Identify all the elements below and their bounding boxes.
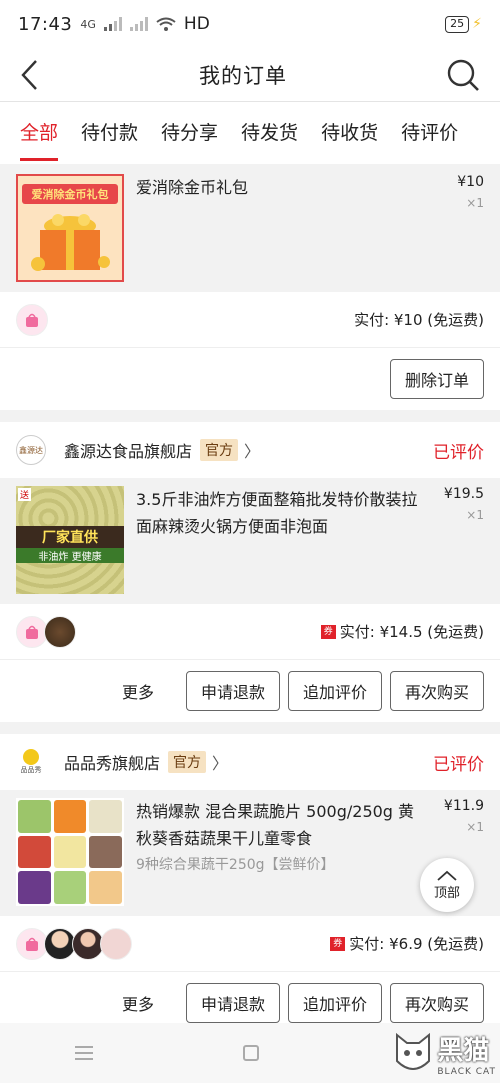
tab-pending-share[interactable]: 待分享 [161,102,218,164]
buy-again-button[interactable]: 再次购买 [390,671,484,711]
black-cat-logo-icon [396,1032,431,1070]
buy-again-button[interactable]: 再次购买 [390,983,484,1023]
product-title: 热销爆款 混合果蔬脆片 500g/250g 黄秋葵香菇蔬果干儿童零食 [136,802,415,848]
coupon-badge: 券 [330,936,346,951]
payment-amount: 实付: ¥6.9 (免运费) [349,935,484,953]
request-refund-button[interactable]: 申请退款 [186,983,280,1023]
shop-logo-text: 鑫源达 [19,445,43,455]
signal-icon-2 [129,17,148,31]
coupon-badge: 券 [320,624,336,639]
nav-bar: 我的订单 [0,48,500,102]
status-bar: 17:43 4G HD 25 ⚡ [0,0,500,48]
product-spec: 9种综合果蔬干250g【尝鲜价】 [136,857,335,873]
status-time: 17:43 [18,13,73,35]
tab-all[interactable]: 全部 [20,102,59,164]
shop-logo-text: 品品秀 [20,766,42,774]
add-review-button[interactable]: 追加评价 [288,671,382,711]
shop-row[interactable]: 鑫源达 鑫源达食品旗舰店 官方 〉 已评价 [0,422,500,478]
smiley-icon [23,749,39,765]
tab-pending-review[interactable]: 待评价 [401,102,458,164]
thumbnail-tag-main: 厂家直供 [16,526,124,548]
shop-name: 品品秀旗舰店 [64,754,161,773]
delete-order-button[interactable]: 删除订单 [390,359,484,399]
watermark: 黑猫 BLACK CAT [393,1030,496,1077]
chevron-up-icon [437,870,457,881]
order-status: 已评价 [433,754,484,775]
back-arrow-icon[interactable] [20,59,40,91]
action-row: 删除订单 [0,348,500,410]
product-thumbnail: 爱消除金币礼包 [16,174,124,282]
shop-row[interactable]: 品品秀 品品秀旗舰店 官方 〉 已评价 [0,734,500,790]
product-thumbnail: 送 厂家直供 非油炸 更健康 [16,486,124,594]
payment-row: 实付: ¥10 (免运费) [0,292,500,348]
order-tabs: 全部 待付款 待分享 待发货 待收货 待评价 [0,102,500,164]
menu-icon[interactable] [74,1045,94,1061]
back-to-top-label: 顶部 [433,885,460,901]
product-price: ¥10 [457,174,484,190]
order-card: 鑫源达 鑫源达食品旗舰店 官方 〉 已评价 送 厂家直供 非油炸 更健康 3.5… [0,422,500,722]
product-thumbnail [16,798,124,906]
thumbnail-corner-tag: 送 [18,488,32,501]
payment-amount: 实付: ¥14.5 (免运费) [339,623,484,641]
participant-avatar [100,927,132,960]
order-status: 已评价 [433,442,484,463]
product-price: ¥19.5 [443,486,484,502]
wifi-icon [156,17,176,31]
official-badge: 官方 [168,751,207,773]
participant-avatar [16,303,48,336]
tab-pending-shipment[interactable]: 待发货 [241,102,298,164]
shop-logo: 鑫源达 [16,435,46,465]
watermark-subtext: BLACK CAT [437,1067,496,1077]
payment-row: 券 实付: ¥14.5 (免运费) [0,604,500,660]
order-card: 爱消除金币礼包 爱消除金币礼包 ¥10 ×1 实付: ¥10 (免运费) 删除订… [0,166,500,410]
battery-indicator: 25 ⚡ [445,15,482,33]
payment-row: 券 实付: ¥6.9 (免运费) [0,916,500,972]
product-quantity: ×1 [466,820,484,834]
back-to-top-button[interactable]: 顶部 [420,858,474,912]
product-row[interactable]: 送 厂家直供 非油炸 更健康 3.5斤非油炸方便面整箱批发特价散装拉面麻辣烫火锅… [0,478,500,604]
shop-name: 鑫源达食品旗舰店 [64,442,193,461]
product-price: ¥11.9 [443,798,484,814]
product-quantity: ×1 [466,508,484,522]
search-icon[interactable] [446,58,480,92]
thumbnail-label: 爱消除金币礼包 [22,184,118,204]
action-row: 更多 申请退款 追加评价 再次购买 [0,660,500,722]
bag-icon [26,937,38,951]
wifi-label: HD [183,14,210,34]
battery-level: 25 [445,15,470,33]
charging-icon: ⚡ [472,16,482,32]
product-quantity: ×1 [466,196,484,210]
shop-logo: 品品秀 [16,747,46,777]
tab-pending-receipt[interactable]: 待收货 [321,102,378,164]
bag-icon [26,313,38,327]
gift-box-icon [31,214,110,271]
add-review-button[interactable]: 追加评价 [288,983,382,1023]
thumbnail-tag-sub: 非油炸 更健康 [16,548,124,563]
signal-icon [103,17,122,31]
home-icon[interactable] [242,1044,260,1062]
product-title: 爱消除金币礼包 [136,178,249,197]
page-title: 我的订单 [199,63,287,88]
product-row[interactable]: 爱消除金币礼包 爱消除金币礼包 ¥10 ×1 [0,166,500,292]
chevron-right-icon: 〉 [212,754,229,773]
watermark-text: 黑猫 [437,1036,490,1066]
more-link[interactable]: 更多 [122,679,154,703]
request-refund-button[interactable]: 申请退款 [186,671,280,711]
more-link[interactable]: 更多 [122,991,154,1015]
product-title: 3.5斤非油炸方便面整箱批发特价散装拉面麻辣烫火锅方便面非泡面 [136,490,418,536]
payment-amount: 实付: ¥10 (免运费) [354,311,484,329]
participant-avatar [44,615,76,648]
tab-pending-payment[interactable]: 待付款 [81,102,138,164]
chevron-right-icon: 〉 [244,442,261,461]
network-label: 4G [80,17,96,31]
bag-icon [26,625,38,639]
official-badge: 官方 [200,439,239,461]
